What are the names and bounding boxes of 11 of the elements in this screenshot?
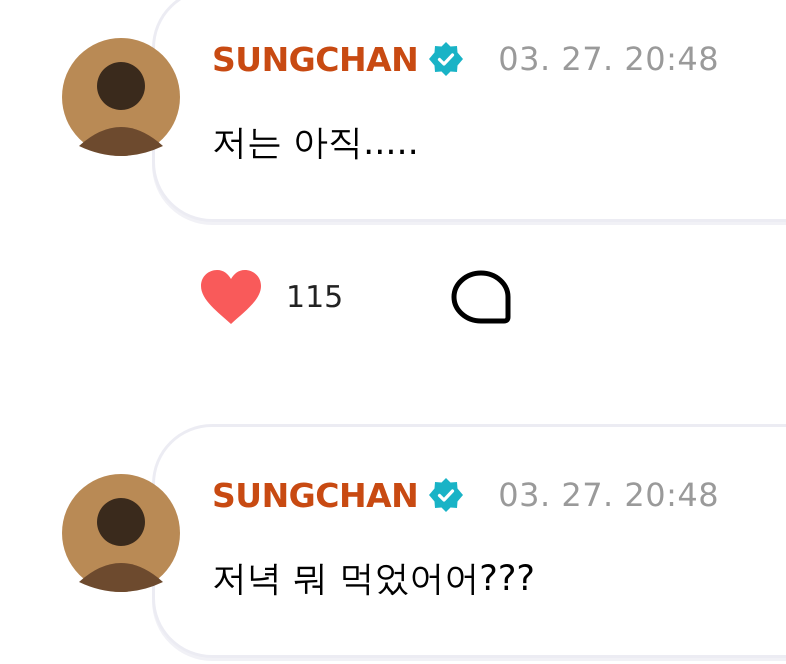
message-time: 03. 27. 20:48: [498, 476, 720, 514]
message-text: 저는 아직.....: [212, 122, 420, 165]
message-text: 저녁 뭐 먹었어어???: [212, 558, 536, 601]
author-name: SUNGCHAN: [212, 40, 418, 78]
like-count: 115: [286, 280, 344, 314]
comment-icon[interactable]: [451, 270, 512, 324]
avatar-icon: [62, 474, 180, 592]
author-name: SUNGCHAN: [212, 476, 418, 514]
like-button[interactable]: 115: [198, 268, 344, 326]
avatar-icon: [62, 38, 180, 156]
message-time: 03. 27. 20:48: [498, 40, 720, 78]
